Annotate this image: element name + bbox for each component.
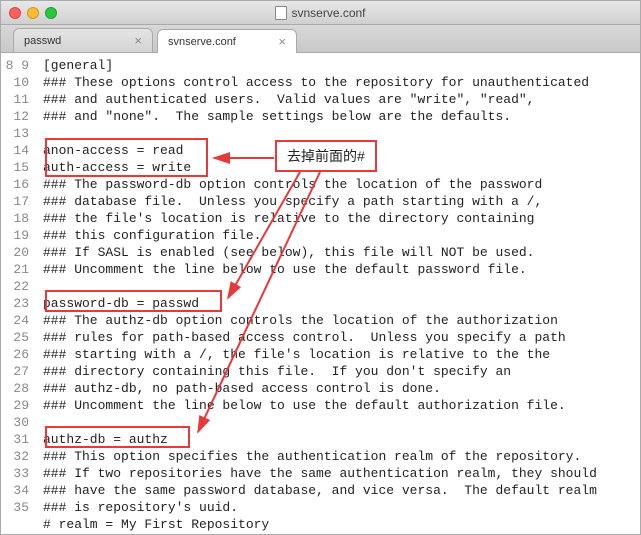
highlight-box-passworddb: [45, 290, 222, 312]
document-icon: [275, 6, 287, 20]
highlight-box-authzdb: [45, 426, 190, 448]
close-icon[interactable]: [9, 7, 21, 19]
tab-label: passwd: [24, 35, 61, 47]
tab-passwd[interactable]: passwd ×: [13, 28, 153, 52]
window-title: svnserve.conf: [1, 6, 640, 20]
tab-label: svnserve.conf: [168, 36, 236, 48]
window-title-text: svnserve.conf: [291, 6, 365, 20]
close-icon[interactable]: ×: [134, 33, 142, 48]
titlebar: svnserve.conf: [1, 1, 640, 25]
editor-window: svnserve.conf passwd × svnserve.conf × 8…: [0, 0, 641, 535]
close-icon[interactable]: ×: [278, 34, 286, 49]
traffic-lights: [9, 7, 57, 19]
line-gutter: 8 9 10 11 12 13 14 15 16 17 18 19 20 21 …: [1, 53, 35, 534]
maximize-icon[interactable]: [45, 7, 57, 19]
highlight-box-access: [45, 138, 208, 177]
tab-svnserve[interactable]: svnserve.conf ×: [157, 29, 297, 53]
minimize-icon[interactable]: [27, 7, 39, 19]
annotation-label: 去掉前面的#: [275, 140, 377, 172]
tab-bar: passwd × svnserve.conf ×: [1, 25, 640, 53]
